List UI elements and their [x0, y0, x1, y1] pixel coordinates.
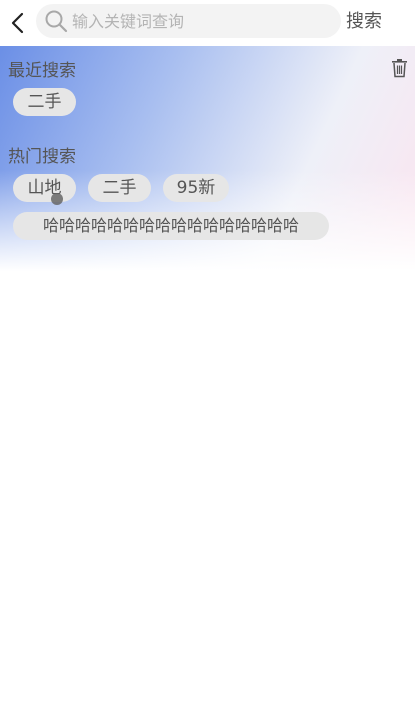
- touch-pointer: [51, 193, 63, 205]
- search-box[interactable]: [36, 4, 341, 38]
- hot-tag[interactable]: 二手: [88, 174, 151, 202]
- chevron-left-icon: [11, 12, 24, 34]
- recent-tag[interactable]: 二手: [13, 88, 76, 116]
- hot-tag[interactable]: 95新: [163, 174, 229, 202]
- back-button[interactable]: [6, 9, 30, 37]
- hot-tag[interactable]: 山地: [13, 174, 76, 202]
- search-header: 搜索: [0, 0, 415, 46]
- search-icon: [45, 10, 68, 33]
- search-input[interactable]: [72, 4, 332, 38]
- hot-search-title: 热门搜索: [8, 147, 76, 167]
- recent-search-title: 最近搜索: [8, 61, 76, 81]
- search-history-panel: 最近搜索 二手 热门搜索 山地 二手 95新 哈哈哈哈哈哈哈哈哈哈哈哈哈哈哈哈: [0, 46, 415, 271]
- trash-icon: [392, 59, 407, 78]
- hot-tag[interactable]: 哈哈哈哈哈哈哈哈哈哈哈哈哈哈哈哈: [13, 212, 329, 240]
- clear-history-button[interactable]: [391, 58, 408, 78]
- search-button[interactable]: 搜索: [346, 11, 382, 33]
